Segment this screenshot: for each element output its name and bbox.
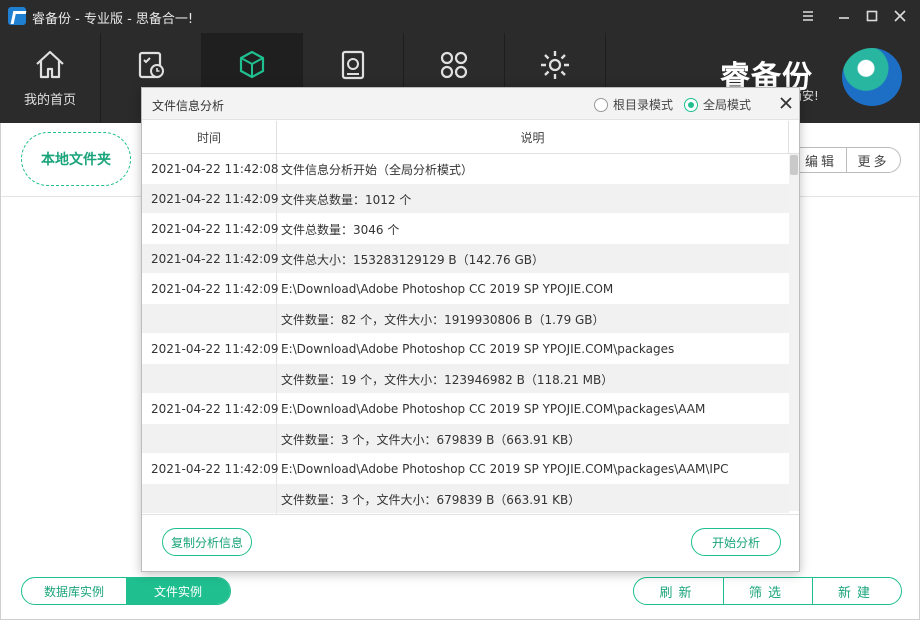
instance-type-tabs: 数据库实例 文件实例 (21, 577, 231, 605)
analysis-log-table: 2021-04-22 11:42:08 文件信息分析开始（全局分析模式） 2021-… (142, 154, 789, 514)
row-time: 2021-04-22 11:42:08 (142, 154, 278, 184)
global-mode-radio[interactable]: 全局模式 (684, 96, 751, 113)
table-row[interactable]: 2021-04-22 11:42:09 E:\Download\Adobe Pho… (142, 334, 789, 364)
row-time (142, 364, 277, 394)
bottom-action-group: 刷新 筛选 新建 (633, 577, 902, 605)
app-logo-icon (8, 7, 26, 25)
row-description: 文件总数量：3046 个 (281, 222, 400, 237)
window-title: 睿备份 - 专业版 - 思备合一! (32, 12, 194, 27)
tab-database-instances[interactable]: 数据库实例 (22, 578, 126, 604)
file-info-dialog: 文件信息分析 根目录模式 全局模式 时间 说明 2021-04-22 11:42… (141, 87, 800, 572)
row-description: 文件数量：3 个，文件大小：679839 B（663.91 KB） (281, 492, 581, 507)
grid-header: 时间 说明 (142, 121, 799, 154)
maximize-button[interactable] (862, 6, 882, 26)
task-schedule-icon (138, 51, 164, 79)
row-description: 文件信息分析开始（全局分析模式） (281, 162, 474, 177)
table-row[interactable]: 2021-04-22 11:42:09 文件总大小：153283129129 B（… (142, 244, 789, 274)
column-header-desc[interactable]: 说明 (277, 121, 789, 153)
row-time (142, 304, 277, 334)
disk-restore-icon (341, 50, 365, 80)
row-description: 文件数量：19 个，文件大小：123946982 B（118.21 MB） (281, 372, 614, 387)
gear-icon (541, 51, 569, 79)
top-action-group: 编辑 更多 (795, 147, 901, 173)
row-time: 2021-04-22 11:42:09 (142, 244, 278, 274)
table-row[interactable]: 文件数量：3 个，文件大小：679839 B（663.91 KB） (142, 424, 789, 454)
minimize-button[interactable] (834, 6, 854, 26)
row-time: 2021-04-22 11:42:09 (142, 214, 278, 244)
row-time: 2021-04-22 11:42:09 (142, 184, 278, 214)
refresh-button[interactable]: 刷新 (634, 578, 723, 604)
edit-button[interactable]: 编辑 (795, 147, 847, 173)
table-row[interactable]: 文件数量：19 个，文件大小：123946982 B（118.21 MB） (142, 364, 789, 394)
title-bar: 睿备份 - 专业版 - 思备合一! (0, 0, 920, 32)
row-time: 2021-04-22 11:42:09 (142, 394, 278, 424)
tab-file-instances[interactable]: 文件实例 (126, 578, 230, 604)
vertical-scrollbar[interactable] (789, 154, 799, 511)
row-time: 2021-04-22 11:42:09 (142, 274, 278, 304)
row-description: 文件数量：3 个，文件大小：679839 B（663.91 KB） (281, 432, 581, 447)
column-header-time[interactable]: 时间 (142, 121, 277, 153)
row-time: 2021-04-22 11:42:09 (142, 334, 278, 364)
close-icon (780, 97, 792, 109)
global-mode-label: 全局模式 (703, 98, 752, 112)
dialog-close-button[interactable] (778, 95, 794, 111)
toolbar-home[interactable]: 我的首页 (0, 33, 101, 123)
copy-analysis-button[interactable]: 复制分析信息 (162, 528, 252, 556)
table-row[interactable]: 2021-04-22 11:42:09 文件总数量：3046 个 (142, 214, 789, 244)
row-description: 文件总大小：153283129129 B（142.76 GB） (281, 252, 544, 267)
apps-grid-icon (440, 51, 468, 79)
dialog-footer-divider (142, 514, 799, 515)
root-mode-radio[interactable]: 根目录模式 (594, 96, 673, 113)
row-description: E:\Download\Adobe Photoshop CC 2019 SP Y… (281, 462, 729, 476)
scrollbar-thumb[interactable] (790, 155, 798, 175)
radio-checked-icon (684, 97, 698, 112)
dialog-header: 文件信息分析 根目录模式 全局模式 (142, 88, 799, 120)
table-row[interactable]: 2021-04-22 11:42:09 E:\Download\Adobe Pho… (142, 274, 789, 304)
row-description: E:\Download\Adobe Photoshop CC 2019 SP Y… (281, 282, 614, 296)
skin-menu-icon[interactable] (798, 6, 818, 26)
new-button[interactable]: 新建 (812, 578, 901, 604)
row-description: 文件数量：82 个，文件大小：1919930806 B（1.79 GB） (281, 312, 605, 327)
brand-emblem-icon (842, 48, 902, 106)
table-row[interactable]: 2021-04-22 11:42:08 文件信息分析开始（全局分析模式） (142, 154, 789, 184)
table-row[interactable]: 文件数量：3 个，文件大小：679839 B（663.91 KB） (142, 484, 789, 514)
table-row[interactable]: 2021-04-22 11:42:09 E:\Download\Adobe Pho… (142, 394, 789, 424)
table-row[interactable]: 文件数量：82 个，文件大小：1919930806 B（1.79 GB） (142, 304, 789, 334)
row-time (142, 484, 277, 514)
table-row[interactable]: 2021-04-22 11:42:09 E:\Download\Adobe Pho… (142, 454, 789, 484)
toolbar-home-label: 我的首页 (23, 93, 76, 108)
more-button[interactable]: 更多 (847, 147, 901, 173)
radio-circle-icon (594, 97, 608, 112)
dialog-title: 文件信息分析 (152, 99, 225, 113)
home-icon (36, 50, 64, 79)
row-description: E:\Download\Adobe Photoshop CC 2019 SP Y… (281, 342, 675, 356)
table-row[interactable]: 2021-04-22 11:42:09 文件夹总数量：1012 个 (142, 184, 789, 214)
filter-button[interactable]: 筛选 (723, 578, 812, 604)
start-analysis-button[interactable]: 开始分析 (691, 528, 781, 556)
cube-icon (239, 50, 265, 79)
row-description: E:\Download\Adobe Photoshop CC 2019 SP Y… (281, 402, 706, 416)
local-folder-tab[interactable]: 本地文件夹 (21, 132, 131, 186)
close-window-button[interactable] (890, 6, 910, 26)
row-time (142, 424, 277, 454)
row-description: 文件夹总数量：1012 个 (281, 192, 412, 207)
row-time: 2021-04-22 11:42:09 (142, 454, 278, 484)
root-mode-label: 根目录模式 (613, 98, 674, 112)
